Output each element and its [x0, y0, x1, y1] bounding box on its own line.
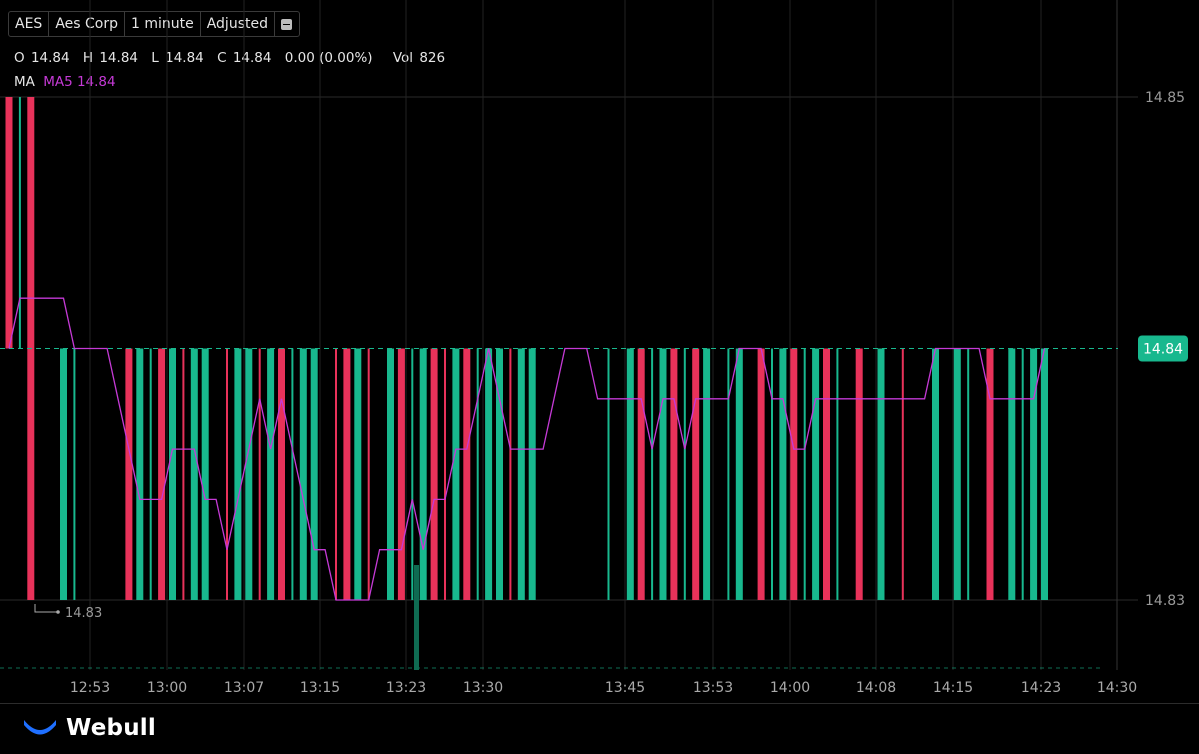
- candle: [267, 348, 275, 600]
- candle: [727, 348, 730, 600]
- candle: [419, 348, 427, 600]
- candle: [771, 348, 773, 600]
- candles-layer: 14.83: [0, 97, 1118, 621]
- candle: [735, 348, 743, 600]
- candle: [1008, 348, 1016, 600]
- candle: [637, 348, 645, 600]
- candle: [485, 348, 493, 600]
- candle: [670, 348, 678, 600]
- candle: [953, 348, 961, 600]
- time-axis: 12:53 13:00 13:07 13:15 13:23 13:30 13:45 13:53…: [70, 680, 1137, 696]
- candle: [411, 348, 414, 600]
- candle: [73, 348, 76, 600]
- candle: [136, 348, 144, 600]
- candle: [1041, 348, 1048, 600]
- candle: [651, 348, 654, 600]
- volume-spike: [414, 565, 419, 670]
- candle: [278, 348, 285, 600]
- current-price-label: 14.84: [1143, 342, 1183, 358]
- candle: [397, 348, 405, 600]
- low-marker-line: [34, 604, 58, 613]
- candle: [201, 348, 209, 600]
- time-tick-label: 14:00: [770, 680, 810, 696]
- time-tick-label: 13:30: [463, 680, 503, 696]
- candle: [528, 348, 536, 600]
- candle: [901, 348, 904, 600]
- price-tick-label: 14.85: [1145, 90, 1185, 106]
- price-tick-label: 14.83: [1145, 593, 1185, 609]
- time-tick-label: 13:45: [605, 680, 645, 696]
- candle: [190, 348, 198, 600]
- candle: [517, 348, 525, 600]
- candle: [1021, 348, 1024, 600]
- candle: [367, 348, 370, 600]
- candle: [245, 348, 253, 600]
- candle: [779, 348, 787, 600]
- candle: [877, 348, 885, 600]
- candle: [226, 348, 228, 600]
- time-tick-label: 13:53: [693, 680, 733, 696]
- time-tick-label: 13:00: [147, 680, 187, 696]
- candle: [149, 348, 152, 600]
- candle: [310, 348, 318, 600]
- price-axis: 14.85 14.83 14.84: [1138, 90, 1188, 609]
- candle: [258, 348, 261, 600]
- candle: [692, 348, 700, 600]
- time-tick-label: 13:07: [224, 680, 264, 696]
- candle: [18, 97, 21, 349]
- time-tick-label: 13:23: [386, 680, 426, 696]
- time-tick-label: 14:08: [856, 680, 896, 696]
- webull-logo-icon: [24, 720, 56, 735]
- candle: [626, 348, 634, 600]
- candle: [790, 348, 798, 600]
- candle: [932, 348, 939, 600]
- candle: [855, 348, 863, 600]
- candle: [5, 97, 13, 349]
- candle: [387, 348, 394, 600]
- candle: [335, 348, 337, 600]
- candle: [659, 348, 667, 600]
- candle: [476, 348, 479, 600]
- candle: [299, 348, 307, 600]
- time-tick-label: 14:15: [933, 680, 973, 696]
- candle: [343, 348, 351, 600]
- price-chart[interactable]: 14.83 14.85 14.83 14.84 12:53 13:00 13:07 13:…: [0, 0, 1199, 703]
- low-marker-dot: [56, 610, 60, 614]
- candle: [354, 348, 362, 600]
- candle: [463, 348, 471, 600]
- candle: [967, 348, 970, 600]
- candle: [683, 348, 686, 600]
- candle: [444, 348, 446, 600]
- candle: [757, 348, 765, 600]
- candle: [182, 348, 185, 600]
- candle: [158, 348, 166, 600]
- candle: [607, 348, 610, 600]
- candle: [803, 348, 806, 600]
- candle: [509, 348, 512, 600]
- time-tick-label: 12:53: [70, 680, 110, 696]
- candle: [812, 348, 820, 600]
- candle: [703, 348, 711, 600]
- candle: [125, 348, 133, 600]
- footer-bar: Webull: [0, 703, 1199, 754]
- brand-name: Webull: [66, 715, 156, 741]
- candle: [234, 348, 242, 600]
- candle: [452, 348, 460, 600]
- candle: [169, 348, 176, 600]
- candle: [60, 348, 67, 600]
- candle: [430, 348, 438, 600]
- time-tick-label: 14:30: [1097, 680, 1137, 696]
- low-marker-label: 14.83: [65, 606, 102, 621]
- candle: [823, 348, 830, 600]
- time-tick-label: 14:23: [1021, 680, 1061, 696]
- time-tick-label: 13:15: [300, 680, 340, 696]
- candle: [291, 348, 294, 600]
- candle: [836, 348, 839, 600]
